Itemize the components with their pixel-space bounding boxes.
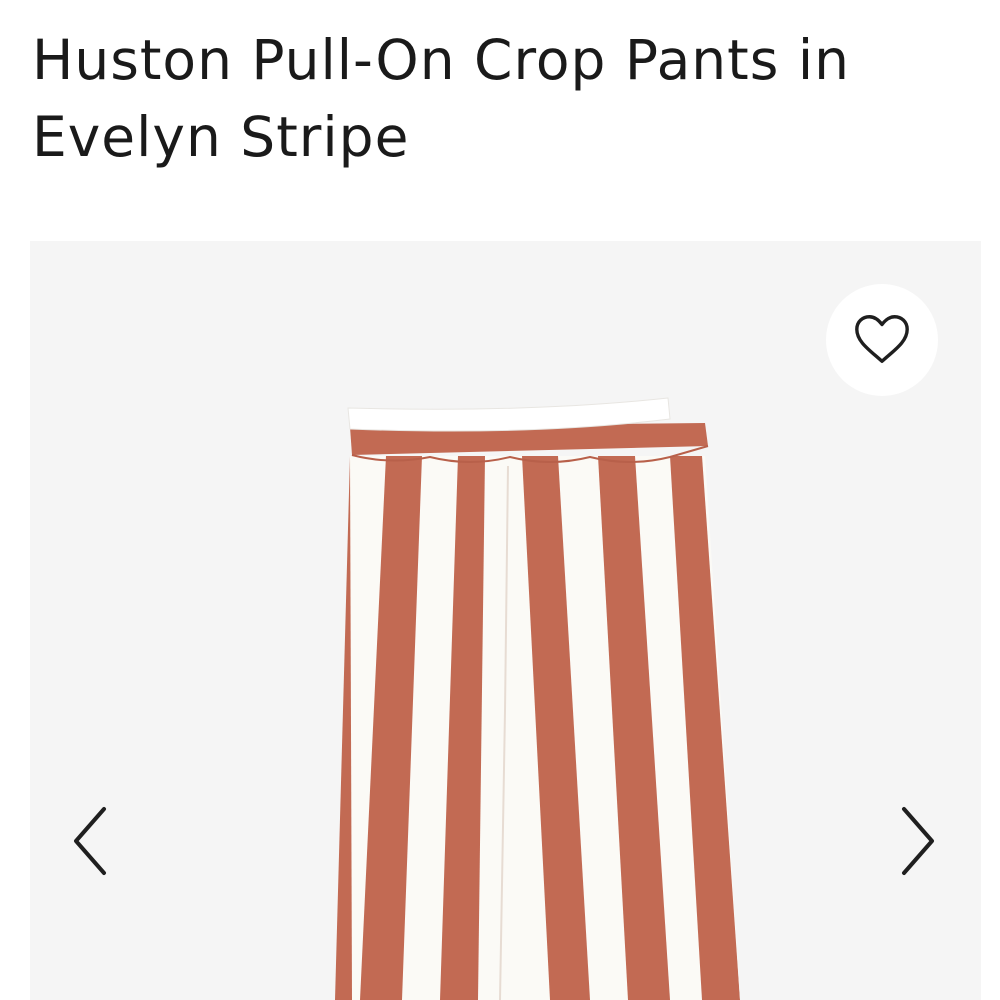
chevron-right-icon [902,807,934,875]
next-image-button[interactable] [893,801,943,881]
product-image-gallery[interactable] [30,241,981,1000]
chevron-left-icon [74,807,106,875]
product-title: Huston Pull-On Crop Pants in Evelyn Stri… [32,28,851,169]
previous-image-button[interactable] [65,801,115,881]
favorite-button[interactable] [826,284,938,396]
heart-outline-icon [855,315,909,364]
